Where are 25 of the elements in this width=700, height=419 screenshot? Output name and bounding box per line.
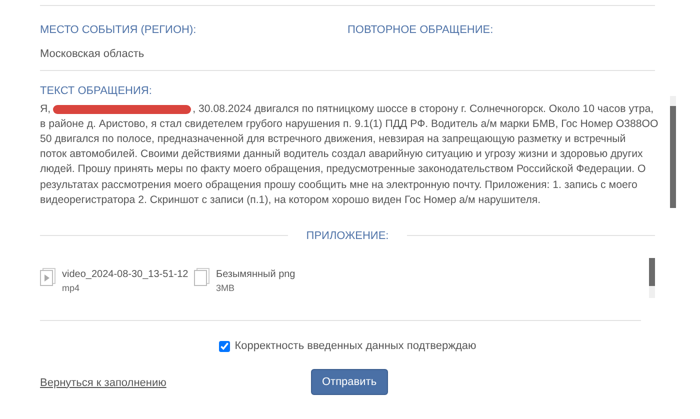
file-icon xyxy=(194,268,210,286)
file-name[interactable]: video_2024-08-30_13-51-12 xyxy=(62,268,188,282)
checkbox-label: Корректность введенных данных подтверждаю xyxy=(234,339,476,354)
submit-button[interactable]: Отправить xyxy=(311,368,388,395)
message-text: результатах рассмотрения моего обращения прошу сообщить мне на электронную почту. Приложения: 1. запись с моего xyxy=(40,178,638,193)
back-link[interactable]: Вернуться к заполнению xyxy=(40,374,311,391)
field-label: ПОВТОРНОЕ ОБРАЩЕНИЕ: xyxy=(348,23,494,38)
section-label: ПРИЛОЖЕНИЕ: xyxy=(305,228,390,244)
message-text: в районе д. Аристово, я стал свидетелем грубого нарушения п. 9.1(1) ПДД РФ. Водитель а/м марки БМВ, Гос Номер О388ОО xyxy=(40,116,658,132)
message-text: людей. Прошу принять меры по факту моего обращения, предусмотренные законодательством Российской Федерации. О xyxy=(40,162,647,178)
field-label: МЕСТО СОБЫТИЯ (РЕГИОН): xyxy=(40,23,198,38)
message-text: видеорегистратора 2. Скриншот с записи (п.1), на котором хорошо виден Гос Номер а/м нарушителя. xyxy=(40,192,542,208)
file-detail: 3MB xyxy=(216,282,236,295)
message-text: Я, xyxy=(40,102,51,116)
message-text: поток автомобилей. Своими действиями данный водитель создал аварийную ситуацию и угрозу жизни и здоровью других xyxy=(40,147,644,162)
video-file-icon xyxy=(40,268,56,286)
confirm-checkbox[interactable] xyxy=(218,340,230,352)
scrollbar[interactable] xyxy=(670,96,676,208)
message-text: 50 двигался по полосе, предназначенной для встречного движения, невзирая на запрещающую разметку и встречный xyxy=(40,132,627,147)
message-text: , 30.08.2024 двигался по пятницкому шоссе в сторону г. Солнечногорск. Около 10 часов утра, xyxy=(192,102,654,116)
scrollbar[interactable] xyxy=(649,258,655,298)
file-name[interactable]: Безымянный png xyxy=(216,268,296,282)
field-label: ТЕКСТ ОБРАЩЕНИЯ: xyxy=(40,84,153,99)
field-value: Московская область xyxy=(40,46,146,62)
file-detail: mp4 xyxy=(62,282,81,295)
